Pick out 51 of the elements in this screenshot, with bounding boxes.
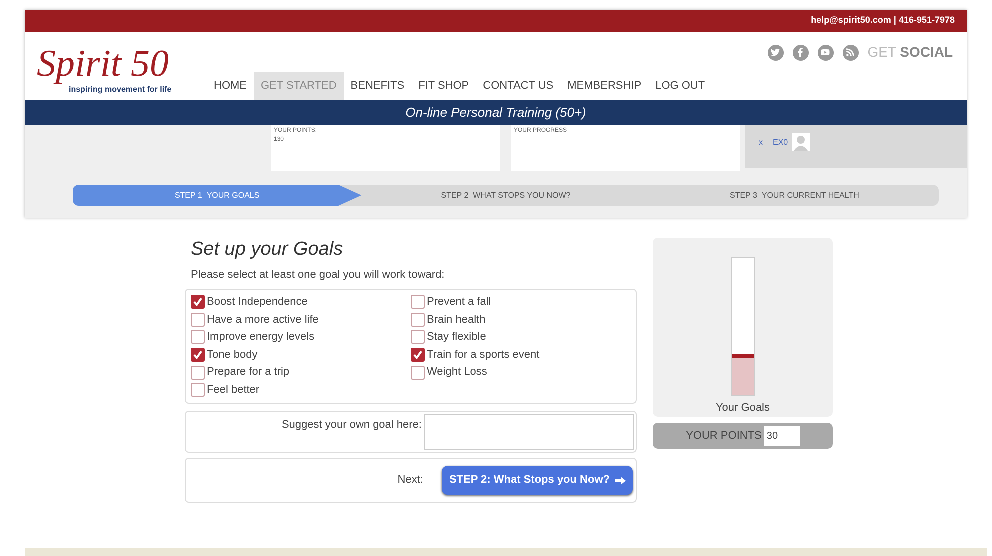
nav-link[interactable]: HOME <box>207 72 254 100</box>
step-tab[interactable]: STEP 2 WHAT STOPS YOU NOW? <box>362 185 650 206</box>
gauge-label: Your Goals <box>716 401 770 416</box>
nav-link[interactable]: LOG OUT <box>648 72 712 100</box>
twitter-icon[interactable] <box>768 44 784 60</box>
contact-info: help@spirit50.com | 416-951-7978 <box>811 14 955 28</box>
suggest-label: Suggest your own goal here: <box>282 418 422 434</box>
goal-checkbox[interactable] <box>411 366 425 380</box>
nav-link[interactable]: MEMBERSHIP <box>560 72 649 100</box>
goal-label: Prevent a fall <box>427 295 492 310</box>
user-name[interactable]: EX0 <box>773 137 788 149</box>
goal-label: Have a more active life <box>207 312 319 328</box>
goal-label: Stay flexible <box>427 330 486 346</box>
goal-checkbox[interactable] <box>411 348 425 362</box>
points-field[interactable]: 30 <box>764 426 800 446</box>
goal-label: Boost Independence <box>207 295 308 310</box>
avatar-icon <box>792 133 810 151</box>
facebook-icon[interactable] <box>792 44 809 60</box>
goal-checkbox[interactable] <box>411 312 425 327</box>
goal-checkbox[interactable] <box>191 348 205 362</box>
goal-checkbox[interactable] <box>191 312 205 327</box>
arrow-icon <box>615 476 626 485</box>
get-social-label: GET SOCIAL <box>868 43 953 62</box>
rss-icon[interactable] <box>842 44 859 60</box>
goal-label: Improve energy levels <box>207 330 315 346</box>
goal-checkbox[interactable] <box>191 330 205 344</box>
next-step-button[interactable]: STEP 2: What Stops you Now? <box>442 466 633 496</box>
logo[interactable]: Spirit 50 inspiring movement for life <box>37 44 202 96</box>
goal-checkbox[interactable] <box>191 366 205 380</box>
section-title: Set up your Goals <box>191 238 344 262</box>
goal-label: Train for a sports event <box>427 348 540 363</box>
goal-label: Weight Loss <box>427 365 488 380</box>
instruction-text: Please select at least one goal you will work toward: <box>191 268 446 283</box>
goal-checkbox[interactable] <box>191 383 205 398</box>
goal-checkbox[interactable] <box>191 295 205 310</box>
goal-label: Prepare for a trip <box>207 365 290 380</box>
goal-label: Feel better <box>207 383 260 398</box>
goal-checkbox[interactable] <box>411 330 425 344</box>
banner: On-line Personal Training (50+) <box>25 100 967 125</box>
goal-label: Tone body <box>207 348 258 363</box>
nav-link[interactable]: CONTACT US <box>476 72 561 100</box>
goal-checkbox[interactable] <box>411 295 425 310</box>
next-label: Next: <box>398 473 424 488</box>
video-icon[interactable] <box>818 44 834 60</box>
nav-link[interactable]: BENEFITS <box>344 72 412 100</box>
points-bar-label: YOUR POINTS <box>686 428 762 444</box>
nav-link[interactable]: FIT SHOP <box>412 72 476 100</box>
close-link[interactable]: x <box>759 137 763 149</box>
goal-label: Brain health <box>427 312 486 328</box>
step-tab[interactable]: STEP 3 YOUR CURRENT HEALTH <box>650 185 939 206</box>
goal-input-field[interactable] <box>424 414 634 450</box>
